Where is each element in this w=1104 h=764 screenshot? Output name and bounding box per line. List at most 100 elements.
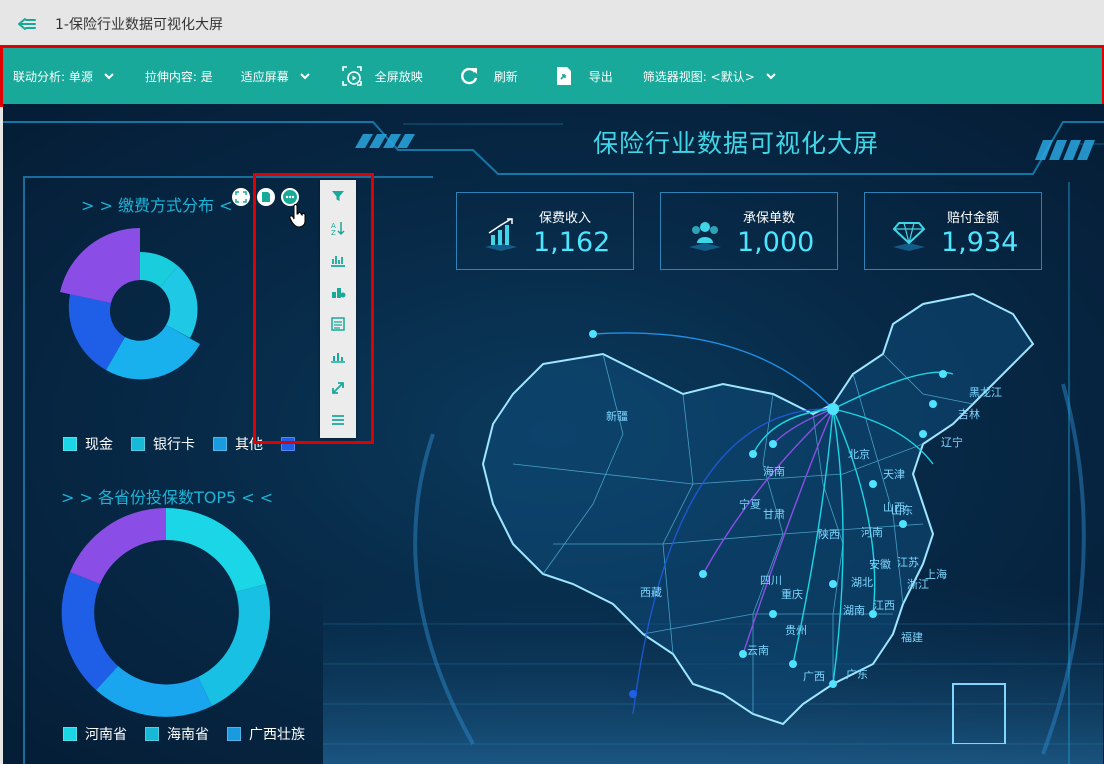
map-label: 吉林 — [958, 408, 980, 421]
legend-label: 海南省 — [167, 727, 209, 743]
legend-item-guangxi[interactable]: 广西壮族 — [227, 724, 305, 744]
map-label: 湖南 — [843, 604, 865, 617]
legend-swatch — [227, 727, 241, 741]
expand-icon[interactable] — [330, 380, 346, 396]
map-label: 广西 — [803, 670, 825, 683]
chart-tool-menu: AZ — [320, 180, 356, 438]
chart-icon[interactable] — [330, 252, 346, 268]
legend-label: 广西壮族 — [249, 727, 305, 743]
expand-arrows-icon — [235, 191, 247, 203]
legend-swatch — [145, 727, 159, 741]
map-label: 福建 — [901, 631, 923, 644]
legend-item-cash[interactable]: 现金 — [63, 434, 113, 454]
legend-item-hainan[interactable]: 海南省 — [145, 724, 209, 744]
list-icon[interactable] — [330, 412, 346, 428]
refresh-label: 刷新 — [493, 69, 518, 84]
map-label: 广东 — [846, 668, 868, 681]
map-label: 安徽 — [869, 558, 891, 571]
payment-method-chart[interactable] — [58, 210, 238, 406]
kpi-card-policies: 承保单数 1,000 — [660, 192, 838, 270]
legend-item-bank-card[interactable]: 银行卡 — [131, 434, 195, 454]
title-bar: 1-保险行业数据可视化大屏 — [0, 0, 1104, 48]
stretch-content-toggle[interactable]: 拉伸内容: 是 — [145, 48, 213, 104]
kpi-card-premium: 保费收入 1,162 — [456, 192, 634, 270]
diamond-icon — [892, 222, 926, 251]
map-label: 甘肃 — [763, 508, 785, 521]
refresh-button[interactable]: 刷新 — [458, 48, 518, 104]
map-label: 黑龙江 — [969, 386, 1002, 399]
map-label: 河南 — [861, 526, 883, 539]
legend-swatch — [213, 437, 227, 451]
filter-view-label: 筛选器视图: <默认> — [642, 69, 755, 84]
legend-item-henan[interactable]: 河南省 — [63, 724, 127, 744]
map-label: 陕西 — [818, 528, 840, 541]
legend-swatch — [63, 437, 77, 451]
province-legend: 河南省 海南省 广西壮族 — [63, 724, 323, 744]
export-button[interactable]: 导出 — [553, 48, 613, 104]
maximize-chart-button[interactable] — [232, 188, 250, 206]
chevron-down-icon — [766, 73, 776, 80]
chevron-down-icon — [104, 73, 114, 80]
legend-swatch — [63, 727, 77, 741]
toolbar: 联动分析: 单源 拉伸内容: 是 适应屏幕 全屏放映 刷新 导出 筛选器视图: … — [0, 45, 1104, 107]
filter-icon[interactable] — [330, 188, 346, 204]
chevron-down-icon — [300, 73, 310, 80]
filter-view-dropdown[interactable]: 筛选器视图: <默认> — [643, 48, 777, 104]
map-label: 浙江 — [907, 578, 929, 591]
fit-screen-dropdown[interactable]: 适应屏幕 — [241, 48, 311, 104]
map-label: 西藏 — [640, 586, 662, 599]
kpi-label: 承保单数 — [743, 211, 796, 226]
export-label: 导出 — [588, 69, 613, 84]
kpi-label: 保费收入 — [539, 211, 592, 226]
province-slice-1 — [166, 508, 266, 592]
map-label: 新疆 — [606, 410, 628, 423]
map-label: 贵州 — [785, 624, 807, 637]
payment-slice-extra — [60, 228, 140, 303]
kpi-value: 1,934 — [941, 227, 1019, 258]
table-icon[interactable] — [330, 316, 346, 332]
dashboard-canvas: 保险行业数据可视化大屏 > > 缴费方式分布 < 现金 银行卡 其他 > > 各… — [3, 104, 1104, 764]
sort-icon[interactable]: AZ — [330, 220, 346, 236]
province-slice-4 — [61, 572, 118, 690]
kpi-value: 1,000 — [737, 227, 815, 258]
dashboard-title: 保险行业数据可视化大屏 — [593, 129, 880, 158]
kpi-label: 赔付金额 — [947, 211, 1000, 226]
export-icon — [556, 67, 571, 85]
page-title: 1-保险行业数据可视化大屏 — [55, 17, 223, 33]
linkage-analysis-dropdown[interactable]: 联动分析: 单源 — [13, 48, 115, 104]
map-label: 云南 — [747, 644, 769, 657]
chart-tool-menu-highlight: AZ — [253, 173, 374, 444]
province-top5-chart[interactable] — [58, 502, 278, 722]
users-icon — [689, 222, 721, 251]
legend-label: 河南省 — [85, 727, 127, 743]
kpi-card-claims: 赔付金额 1,934 — [864, 192, 1042, 270]
fullscreen-play-icon — [341, 66, 362, 86]
china-map[interactable] — [453, 284, 1053, 744]
linkage-analysis-label: 联动分析: 单源 — [13, 69, 93, 84]
map-label: 江西 — [873, 599, 895, 612]
map-label: 海南 — [763, 465, 785, 478]
province-slice-3 — [96, 666, 212, 717]
map-label: 四川 — [760, 574, 782, 587]
map-label: 北京 — [848, 448, 870, 461]
bar-chart-icon[interactable] — [330, 348, 346, 364]
province-slice-5 — [70, 508, 166, 584]
legend-label: 现金 — [85, 437, 113, 453]
svg-text:Z: Z — [331, 229, 336, 236]
legend-swatch — [131, 437, 145, 451]
map-label: 湖北 — [851, 576, 873, 589]
stretch-content-label: 拉伸内容: 是 — [144, 69, 213, 84]
fullscreen-label: 全屏放映 — [374, 69, 423, 84]
growth-chart-icon — [485, 218, 517, 251]
chart-type-icon[interactable] — [330, 284, 346, 300]
fullscreen-button[interactable]: 全屏放映 — [341, 48, 423, 104]
refresh-icon — [460, 67, 477, 85]
fit-screen-label: 适应屏幕 — [240, 69, 289, 84]
province-slice-2 — [198, 584, 271, 706]
map-label: 江苏 — [897, 556, 919, 569]
map-label: 辽宁 — [941, 436, 963, 449]
back-arrow-icon[interactable] — [17, 14, 37, 34]
map-label: 山东 — [891, 504, 913, 517]
kpi-value: 1,162 — [533, 227, 611, 258]
legend-label: 银行卡 — [153, 437, 195, 453]
